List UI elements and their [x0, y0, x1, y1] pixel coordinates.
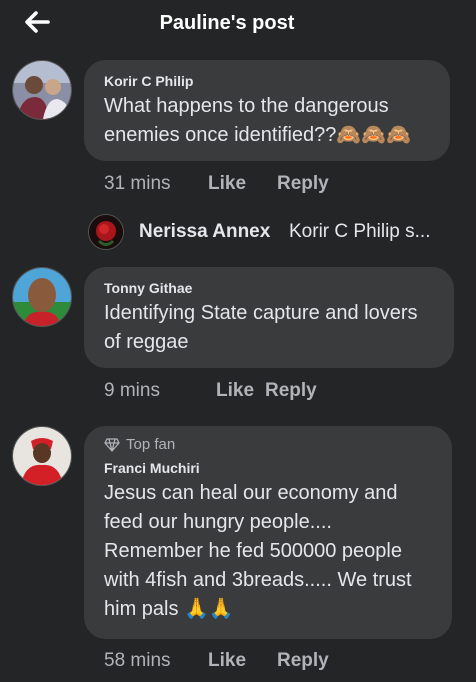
like-button[interactable]: Like [208, 173, 277, 195]
like-button[interactable]: Like [208, 650, 277, 672]
avatar-nerissa [88, 214, 124, 250]
comment-author[interactable]: Franci Muchiri [104, 459, 432, 477]
page-title: Pauline's post [159, 12, 295, 34]
comment-bubble[interactable]: Top fan Franci Muchiri Jesus can heal ou… [84, 426, 452, 639]
comment-bubble[interactable]: Korir C Philip What happens to the dange… [84, 60, 450, 161]
reply-preview[interactable]: Nerissa Annex Korir C Philip s... [88, 212, 468, 252]
reply-text: Korir C Philip s... [289, 221, 431, 242]
like-button[interactable]: Like [216, 380, 265, 402]
avatar-image [13, 427, 71, 485]
diamond-icon [104, 438, 120, 452]
avatar-korir[interactable] [12, 60, 72, 120]
header: Pauline's post [0, 0, 476, 48]
reply-button[interactable]: Reply [265, 380, 317, 402]
comment-time: 58 mins [104, 650, 171, 671]
avatar-image [13, 61, 71, 119]
reply-button[interactable]: Reply [277, 173, 329, 195]
comment-text: Identifying State capture and lovers of … [104, 302, 418, 353]
comment-author[interactable]: Tonny Githae [104, 279, 434, 297]
top-fan-badge: Top fan [104, 436, 432, 454]
badge-label: Top fan [126, 436, 176, 453]
comment-text: What happens to the dangerous enemies on… [104, 95, 412, 146]
comment-actions: 58 mins Like Reply [104, 650, 329, 674]
comment-actions: 31 mins Like Reply [104, 173, 329, 197]
reply-button[interactable]: Reply [277, 650, 329, 672]
avatar-franci[interactable] [12, 426, 72, 486]
avatar-image [89, 215, 123, 249]
comment-bubble[interactable]: Tonny Githae Identifying State capture a… [84, 267, 454, 368]
comment-author[interactable]: Korir C Philip [104, 72, 430, 90]
comment-actions: 9 mins Like Reply [104, 380, 317, 404]
comment-time: 9 mins [104, 380, 160, 401]
avatar-tonny[interactable] [12, 267, 72, 327]
avatar-image [13, 268, 71, 326]
comment-text: Jesus can heal our economy and feed our … [104, 482, 412, 620]
reply-author[interactable]: Nerissa Annex [139, 221, 270, 243]
comment-time: 31 mins [104, 173, 171, 194]
